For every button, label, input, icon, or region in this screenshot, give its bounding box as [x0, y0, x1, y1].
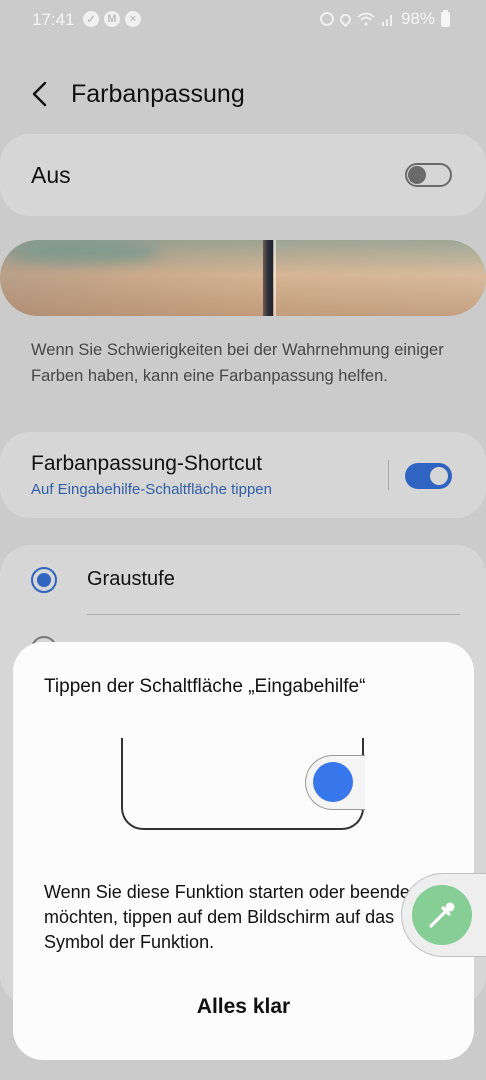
shortcut-toggle-switch[interactable]: [405, 463, 452, 489]
dialog-title: Tippen der Schaltfläche „Eingabehilfe“: [44, 676, 366, 697]
wifi-icon: [357, 12, 375, 26]
shortcut-divider: [388, 460, 389, 490]
preview-image: [0, 240, 486, 316]
battery-icon: [441, 9, 450, 27]
main-toggle-label: Aus: [31, 162, 71, 188]
app-icon: ×: [125, 11, 141, 27]
page-title: Farbanpassung: [71, 80, 245, 108]
confirm-button[interactable]: Alles klar: [13, 982, 474, 1032]
signal-icon: [381, 15, 392, 26]
shortcut-subtitle: Auf Eingabehilfe-Schaltfläche tippen: [31, 481, 272, 498]
gmail-icon: M: [104, 11, 120, 27]
location-icon: [337, 11, 354, 27]
option-divider: [87, 614, 460, 615]
main-toggle-switch[interactable]: [405, 163, 452, 187]
dialog-body: Wenn Sie diese Funktion starten oder bee…: [44, 882, 420, 952]
alarm-icon: [319, 12, 334, 26]
eyedropper-icon[interactable]: [412, 885, 472, 945]
back-arrow-icon[interactable]: [26, 78, 58, 110]
status-bar: 17:41 ✓ M × 98%: [0, 0, 486, 40]
radio-graustufe[interactable]: [31, 567, 57, 593]
preview-divider-handle[interactable]: [274, 240, 276, 316]
status-right-icons: 98%: [319, 9, 450, 29]
battery-percentage: 98%: [400, 9, 435, 28]
status-time: 17:41: [32, 10, 75, 29]
description-text: Wenn Sie Schwierigkeiten bei der Wahrneh…: [31, 341, 444, 385]
status-left-icons: ✓ M ×: [83, 11, 141, 27]
check-circle-icon: ✓: [83, 11, 99, 27]
illustration-accessibility-dot-icon: [313, 762, 353, 802]
shortcut-title: Farbanpassung-Shortcut: [31, 452, 263, 475]
option-label-graustufe[interactable]: Graustufe: [87, 568, 175, 591]
preview-pole: [263, 240, 273, 316]
